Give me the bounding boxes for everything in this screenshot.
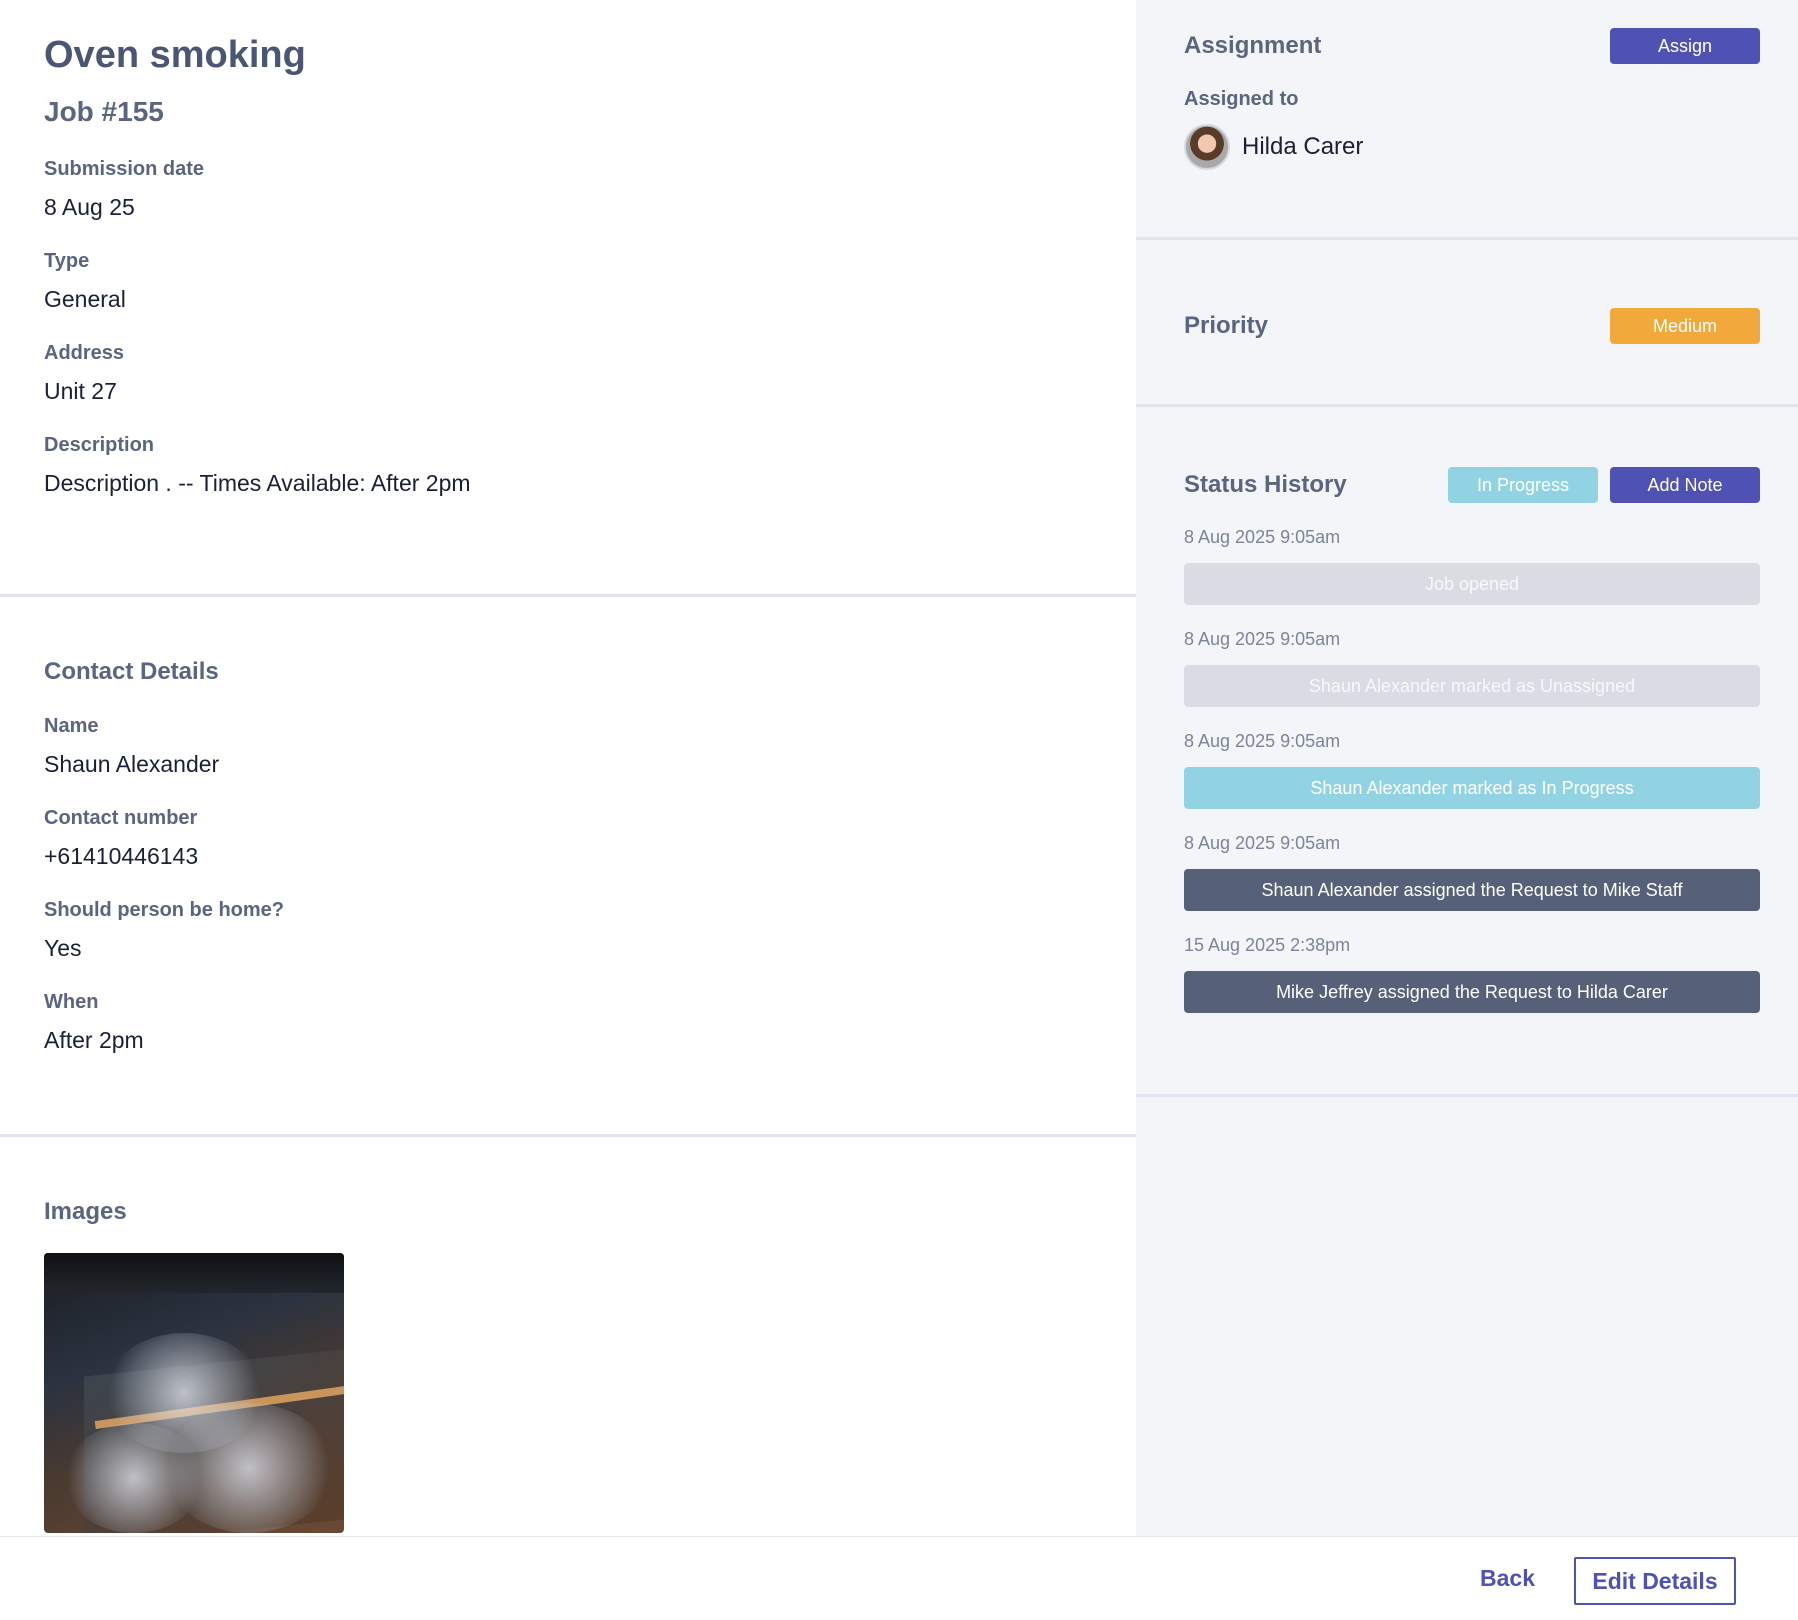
priority-badge[interactable]: Medium xyxy=(1610,308,1760,344)
history-entry: 8 Aug 2025 9:05am Shaun Alexander assign… xyxy=(1184,831,1760,911)
field-value: Description . -- Times Available: After … xyxy=(44,470,471,496)
history-text: Shaun Alexander marked as In Progress xyxy=(1184,767,1760,809)
field-value: Shaun Alexander xyxy=(44,751,220,777)
edit-details-button[interactable]: Edit Details xyxy=(1574,1557,1736,1605)
history-entry: 8 Aug 2025 9:05am Job opened xyxy=(1184,525,1760,605)
sidebar-panel: Assignment Assign Assigned to Hilda Care… xyxy=(1136,0,1798,1536)
status-history-section: Status History In Progress Add Note 8 Au… xyxy=(1136,407,1798,1097)
assignment-section: Assignment Assign Assigned to Hilda Care… xyxy=(1136,0,1798,240)
oven-image-thumbnail[interactable] xyxy=(44,1253,344,1533)
field-label: Should person be home? xyxy=(44,899,285,921)
job-section: Oven smoking Job #155 Submission date 8 … xyxy=(0,0,1136,597)
assigned-to-label: Assigned to xyxy=(1184,88,1299,110)
assignee-name: Hilda Carer xyxy=(1242,133,1364,160)
field-submission-date: Submission date 8 Aug 25 xyxy=(44,156,1092,222)
avatar xyxy=(1184,124,1230,170)
history-text: Job opened xyxy=(1184,563,1760,605)
page-title: Oven smoking xyxy=(44,34,306,76)
history-date: 8 Aug 2025 9:05am xyxy=(1184,833,1341,853)
field-value: +61410446143 xyxy=(44,843,199,869)
priority-section: Priority Medium xyxy=(1136,240,1798,407)
history-date: 8 Aug 2025 9:05am xyxy=(1184,527,1341,547)
status-badge[interactable]: In Progress xyxy=(1448,467,1598,503)
history-text: Shaun Alexander assigned the Request to … xyxy=(1184,869,1760,911)
assignment-title: Assignment xyxy=(1184,32,1322,59)
smoke-cloud xyxy=(64,1423,204,1533)
field-label: Contact number xyxy=(44,807,198,829)
field-value: After 2pm xyxy=(44,1027,144,1053)
status-history-header: Status History In Progress Add Note xyxy=(1184,467,1760,503)
history-text: Shaun Alexander marked as Unassigned xyxy=(1184,665,1760,707)
history-date: 8 Aug 2025 9:05am xyxy=(1184,731,1341,751)
history-date: 15 Aug 2025 2:38pm xyxy=(1184,935,1351,955)
assign-button[interactable]: Assign xyxy=(1610,28,1760,64)
history-entry: 15 Aug 2025 2:38pm Mike Jeffrey assigned… xyxy=(1184,933,1760,1013)
oven-control-panel xyxy=(44,1253,344,1293)
images-section-title: Images xyxy=(44,1198,127,1225)
history-entry: 8 Aug 2025 9:05am Shaun Alexander marked… xyxy=(1184,729,1760,809)
field-label: Name xyxy=(44,715,99,737)
back-link[interactable]: Back xyxy=(1480,1565,1535,1592)
field-label: Type xyxy=(44,250,90,272)
field-description: Description Description . -- Times Avail… xyxy=(44,432,1092,498)
field-value: Yes xyxy=(44,935,82,961)
field-contact-number: Contact number +61410446143 xyxy=(44,805,1092,871)
field-value: 8 Aug 25 xyxy=(44,194,135,220)
field-label: When xyxy=(44,991,99,1013)
field-label: Address xyxy=(44,342,125,364)
job-number: Job #155 xyxy=(44,96,164,127)
field-when: When After 2pm xyxy=(44,989,1092,1055)
assignee: Hilda Carer xyxy=(1184,124,1760,170)
field-label: Description xyxy=(44,434,155,456)
contact-section-title: Contact Details xyxy=(44,658,219,685)
images-section: Images xyxy=(0,1137,1136,1533)
add-note-button[interactable]: Add Note xyxy=(1610,467,1760,503)
field-value: Unit 27 xyxy=(44,378,117,404)
history-text: Mike Jeffrey assigned the Request to Hil… xyxy=(1184,971,1760,1013)
field-address: Address Unit 27 xyxy=(44,340,1092,406)
priority-title: Priority xyxy=(1184,312,1269,339)
field-value: General xyxy=(44,286,126,312)
footer-bar: Back Edit Details xyxy=(0,1536,1798,1620)
status-history-title: Status History xyxy=(1184,471,1347,498)
status-actions: In Progress Add Note xyxy=(1448,467,1760,503)
field-label: Submission date xyxy=(44,158,205,180)
field-contact-name: Name Shaun Alexander xyxy=(44,713,1092,779)
contact-section: Contact Details Name Shaun Alexander Con… xyxy=(0,597,1136,1137)
job-details-panel: Oven smoking Job #155 Submission date 8 … xyxy=(0,0,1136,1536)
history-date: 8 Aug 2025 9:05am xyxy=(1184,629,1341,649)
priority-header: Priority Medium xyxy=(1184,308,1760,344)
assignment-header: Assignment Assign xyxy=(1184,28,1760,64)
history-entry: 8 Aug 2025 9:05am Shaun Alexander marked… xyxy=(1184,627,1760,707)
field-type: Type General xyxy=(44,248,1092,314)
field-should-be-home: Should person be home? Yes xyxy=(44,897,1092,963)
